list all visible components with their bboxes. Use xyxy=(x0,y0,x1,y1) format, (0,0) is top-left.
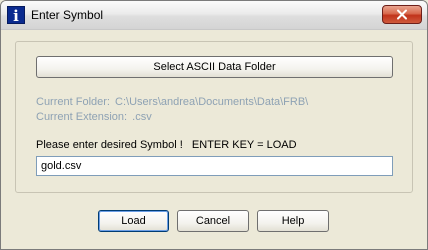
close-button[interactable] xyxy=(382,5,422,24)
load-button[interactable]: Load xyxy=(98,210,169,232)
current-folder-value: C:\Users\andrea\Documents\Data\FRB\ xyxy=(115,96,309,108)
select-folder-button[interactable]: Select ASCII Data Folder xyxy=(36,56,393,78)
symbol-input[interactable]: gold.csv xyxy=(36,156,393,176)
info-icon: i xyxy=(7,6,25,25)
help-button[interactable]: Help xyxy=(257,210,329,232)
dialog-window: i Enter Symbol Select ASCII Data Folder … xyxy=(0,0,428,250)
cancel-button[interactable]: Cancel xyxy=(177,210,249,232)
window-title: Enter Symbol xyxy=(31,8,104,22)
current-extension-label: Current Extension: xyxy=(36,111,128,123)
close-icon xyxy=(397,9,407,20)
current-extension-value: .csv xyxy=(132,111,152,123)
current-folder: Current Folder: C:\Users\andrea\Document… xyxy=(36,96,308,108)
current-extension: Current Extension: .csv xyxy=(36,111,152,123)
symbol-prompt: Please enter desired Symbol ! ENTER KEY … xyxy=(36,139,297,151)
current-folder-label: Current Folder: xyxy=(36,96,110,108)
title-bar[interactable]: i Enter Symbol xyxy=(1,1,427,30)
